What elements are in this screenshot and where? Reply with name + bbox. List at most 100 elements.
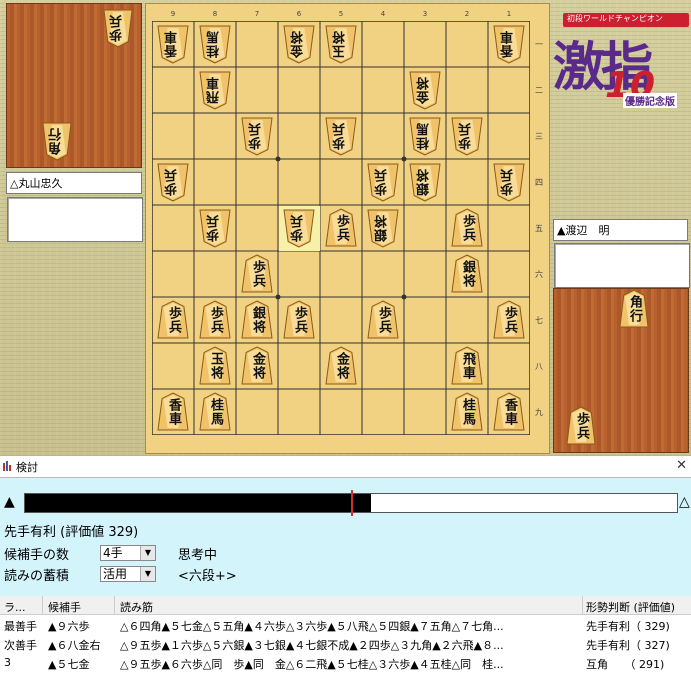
piece-label: 歩兵 — [334, 214, 349, 242]
chevron-down-icon[interactable]: ▼ — [140, 546, 155, 560]
rank-label: 八 — [535, 362, 543, 371]
piece-label: 歩兵 — [166, 306, 181, 334]
gote-piece-stand[interactable]: 歩兵角行 — [6, 3, 142, 168]
piece-label: 玉将 — [208, 352, 223, 380]
table-row[interactable]: 最善手 ▲９六歩 △６四角▲５七金△５五角▲４六歩△３六歩▲５八飛△５四銀▲７五角△… — [0, 616, 691, 634]
sente-piece[interactable]: 歩兵 — [324, 208, 358, 248]
gote-piece[interactable]: 歩兵 — [156, 162, 190, 202]
sente-piece[interactable]: 香車 — [492, 392, 526, 432]
rank-label: 七 — [535, 316, 543, 325]
sente-piece[interactable]: 香車 — [156, 392, 190, 432]
gote-piece[interactable]: 歩兵 — [240, 116, 274, 156]
sente-piece[interactable]: 銀将 — [240, 300, 274, 340]
file-label: 9 — [170, 10, 176, 18]
accumulation-value: 活用 — [103, 567, 128, 581]
sente-piece[interactable]: 歩兵 — [282, 300, 316, 340]
sente-piece[interactable]: 歩兵 — [450, 208, 484, 248]
app-icon — [3, 461, 11, 471]
cell-judge: 互角 （ 291) — [586, 658, 665, 671]
gote-hand-piece[interactable]: 角行 — [41, 121, 73, 161]
piece-label: 飛車 — [207, 76, 222, 104]
chevron-down-icon[interactable]: ▼ — [140, 567, 155, 581]
analysis-panel: 検討 ✕ ▲ △ 先手有利 (評価値 329) 候補手の数 4手 ▼ 思考中 読… — [0, 456, 691, 676]
piece-label: 歩兵 — [376, 306, 391, 334]
column-rank[interactable]: ラ... — [4, 599, 26, 615]
bar-gote-marker: △ — [679, 494, 690, 510]
piece-label: 銀将 — [375, 214, 390, 242]
gote-piece[interactable]: 飛車 — [198, 70, 232, 110]
column-divider[interactable] — [582, 596, 583, 614]
sente-piece[interactable]: 桂馬 — [198, 392, 232, 432]
sente-piece[interactable]: 桂馬 — [450, 392, 484, 432]
gote-piece[interactable]: 桂馬 — [408, 116, 442, 156]
piece-label: 歩兵 — [165, 168, 180, 196]
sente-piece-stand[interactable]: 角行歩兵 — [553, 288, 689, 453]
thinking-status: 思考中 — [178, 548, 218, 563]
gote-piece[interactable]: 桂馬 — [198, 24, 232, 64]
piece-label: 桂馬 — [460, 398, 475, 426]
piece-label: 銀将 — [460, 260, 475, 288]
column-move[interactable]: 候補手 — [48, 599, 81, 615]
sente-piece[interactable]: 歩兵 — [366, 300, 400, 340]
sente-piece[interactable]: 歩兵 — [198, 300, 232, 340]
sente-piece[interactable]: 玉将 — [198, 346, 232, 386]
sente-hand-piece[interactable]: 角行 — [618, 289, 650, 329]
candidates-value: 4手 — [103, 546, 123, 560]
gote-piece[interactable]: 金将 — [408, 70, 442, 110]
piece-label: 歩兵 — [291, 214, 306, 242]
sente-info-box — [554, 243, 690, 288]
gote-piece[interactable]: 銀将 — [366, 208, 400, 248]
shogi-board[interactable]: 987654321 一二三四五六七八九 香車 桂馬 金将 玉将 香車 飛車 金将 歩兵 歩兵 桂馬… — [145, 3, 550, 454]
gote-piece[interactable]: 香車 — [492, 24, 526, 64]
gote-piece[interactable]: 玉将 — [324, 24, 358, 64]
gote-piece[interactable]: 歩兵 — [450, 116, 484, 156]
column-divider[interactable] — [42, 596, 43, 614]
sente-piece[interactable]: 歩兵 — [156, 300, 190, 340]
piece-label: 金将 — [291, 30, 306, 58]
file-label: 2 — [464, 10, 470, 18]
gote-hand-piece[interactable]: 歩兵 — [102, 8, 134, 48]
engine-level: <六段+> — [178, 569, 237, 584]
sente-piece[interactable]: 金将 — [324, 346, 358, 386]
sente-piece[interactable]: 金将 — [240, 346, 274, 386]
piece-label: 金将 — [417, 76, 432, 104]
column-divider[interactable] — [114, 596, 115, 614]
candidate-moves-table: ラ... 候補手 読み筋 形勢判断 (評価値) 最善手 ▲９六歩 △６四角▲５七金△… — [0, 596, 691, 676]
gote-piece[interactable]: 歩兵 — [492, 162, 526, 202]
piece-label: 香車 — [502, 398, 517, 426]
table-row[interactable]: 次善手 ▲６八金右 △９五歩▲１六歩△５六銀▲３七銀▲４七銀不成▲２四歩△３九角▲２… — [0, 635, 691, 653]
column-pv[interactable]: 読み筋 — [120, 599, 153, 615]
cell-judge: 先手有利（ 327) — [586, 639, 670, 652]
gote-piece[interactable]: 歩兵 — [366, 162, 400, 202]
rank-label: 九 — [535, 408, 543, 417]
piece-label: 金将 — [250, 352, 265, 380]
gote-piece[interactable]: 歩兵 — [198, 208, 232, 248]
sente-piece[interactable]: 歩兵 — [492, 300, 526, 340]
analysis-titlebar[interactable]: 検討 ✕ — [0, 456, 691, 478]
gote-piece[interactable]: 銀将 — [408, 162, 442, 202]
file-label: 8 — [212, 10, 218, 18]
file-label: 1 — [506, 10, 512, 18]
sente-piece[interactable]: 銀将 — [450, 254, 484, 294]
cell-rank: 次善手 — [4, 639, 37, 652]
gote-piece[interactable]: 香車 — [156, 24, 190, 64]
piece-label: 玉将 — [333, 30, 348, 58]
sente-piece[interactable]: 飛車 — [450, 346, 484, 386]
close-icon[interactable]: ✕ — [676, 458, 687, 473]
accumulation-select[interactable]: 活用 ▼ — [100, 566, 156, 582]
piece-label: 歩兵 — [502, 306, 517, 334]
rank-label: 六 — [535, 270, 543, 279]
gote-name: △丸山忠久 — [10, 177, 63, 190]
piece-label: 歩兵 — [375, 168, 390, 196]
candidates-select[interactable]: 4手 ▼ — [100, 545, 156, 561]
file-label: 3 — [422, 10, 428, 18]
sente-piece[interactable]: 歩兵 — [240, 254, 274, 294]
gote-piece[interactable]: 歩兵 — [324, 116, 358, 156]
gote-piece[interactable]: 歩兵 — [282, 208, 316, 248]
column-judgement[interactable]: 形勢判断 (評価値) — [586, 599, 675, 615]
gote-piece[interactable]: 金将 — [282, 24, 316, 64]
sente-hand-piece[interactable]: 歩兵 — [565, 406, 597, 446]
rank-label: 四 — [535, 178, 543, 187]
table-row[interactable]: 3 ▲５七金 △９五歩▲６六歩△同 歩▲同 金△６二飛▲５七桂△３六歩▲４五桂△同 … — [0, 654, 691, 672]
piece-label: 桂馬 — [207, 30, 222, 58]
